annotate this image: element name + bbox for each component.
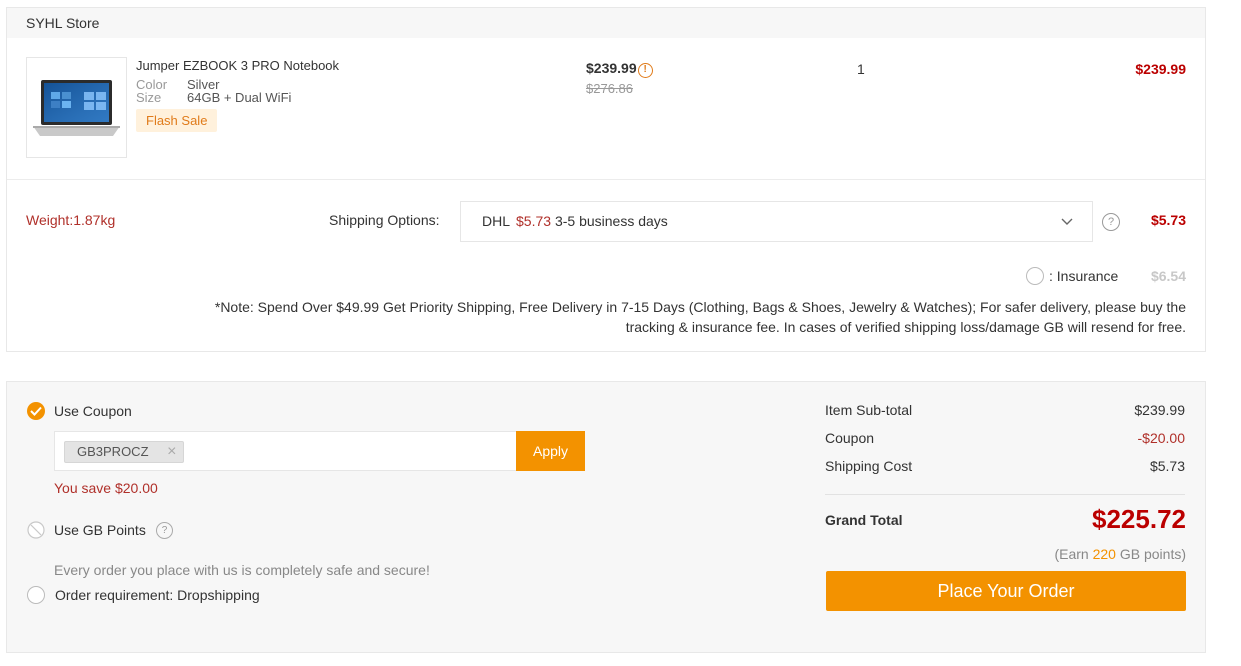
use-coupon-checkbox[interactable] <box>27 402 45 420</box>
use-coupon-label: Use Coupon <box>54 403 132 419</box>
shipping-cost: $5.73 <box>1150 212 1186 228</box>
ban-icon[interactable] <box>27 521 45 539</box>
insurance-radio[interactable] <box>1026 267 1044 285</box>
attr-size: Size 64GB + Dual WiFi <box>136 90 291 105</box>
dropshipping-label: Order requirement: Dropshipping <box>55 587 260 603</box>
shipping-options-label: Shipping Options: <box>329 212 440 228</box>
summary-label: Item Sub-total <box>825 402 913 418</box>
attr-value: 64GB + Dual WiFi <box>187 90 292 105</box>
summary-label: Coupon <box>825 430 875 446</box>
summary-value: $5.73 <box>1149 458 1185 474</box>
price-info-icon[interactable]: ! <box>637 63 653 78</box>
attr-key: Size <box>136 90 162 105</box>
store-name[interactable]: SYHL Store <box>7 8 1205 38</box>
summary-row-coupon: Coupon -$20.00 <box>825 430 1185 448</box>
quantity: 1 <box>857 61 865 77</box>
secure-message: Every order you place with us is complet… <box>54 562 430 578</box>
insurance-price: $6.54 <box>1150 268 1186 284</box>
summary-label: Shipping Cost <box>825 458 913 474</box>
checkout-summary-card: Use Coupon GB3PROCZ × Apply You save $20… <box>6 381 1206 653</box>
use-points-label: Use GB Points <box>54 522 146 538</box>
coupon-code: GB3PROCZ <box>77 444 149 459</box>
carrier-days: 3-5 business days <box>554 213 668 229</box>
product-title[interactable]: Jumper EZBOOK 3 PRO Notebook <box>136 58 339 73</box>
flash-sale-badge: Flash Sale <box>136 109 218 132</box>
product-thumbnail[interactable] <box>26 57 127 158</box>
grand-total-label: Grand Total <box>825 512 903 528</box>
original-price: $276.86 <box>586 81 633 96</box>
package-weight: Weight:1.87kg <box>26 212 116 228</box>
divider <box>825 494 1185 495</box>
chevron-down-icon <box>1061 218 1073 225</box>
check-icon <box>30 406 42 416</box>
carrier-cost: $5.73 <box>516 213 552 229</box>
earn-suffix: GB points) <box>1119 546 1186 562</box>
unit-price: $239.99! <box>586 60 653 78</box>
store-order-card: SYHL Store Jumper EZBOOK 3 PRO Notebook … <box>6 7 1206 352</box>
shipping-note: *Note: Spend Over $49.99 Get Priority Sh… <box>214 299 1186 335</box>
shipping-options-select[interactable]: DHL $5.73 3-5 business days <box>460 201 1093 242</box>
coupon-savings: You save $20.00 <box>54 480 158 496</box>
summary-row-subtotal: Item Sub-total $239.99 <box>825 402 1185 420</box>
divider <box>7 179 1205 180</box>
coupon-input[interactable]: GB3PROCZ × <box>54 431 517 471</box>
dropshipping-radio[interactable] <box>27 586 45 604</box>
summary-value: $239.99 <box>1134 402 1185 418</box>
insurance-label: : Insurance <box>1049 268 1119 284</box>
earn-points-text: (Earn 220 GB points) <box>1054 546 1186 562</box>
shipping-help-icon[interactable]: ? <box>1102 213 1120 231</box>
apply-button[interactable]: Apply <box>516 431 585 471</box>
grand-total-value: $225.72 <box>1092 504 1186 534</box>
laptop-image <box>33 80 120 136</box>
place-order-button[interactable]: Place Your Order <box>826 571 1186 611</box>
unit-price-value: $239.99 <box>586 60 637 76</box>
line-total: $239.99 <box>1135 61 1186 77</box>
earn-points: 220 <box>1092 546 1116 562</box>
coupon-chip: GB3PROCZ × <box>64 441 184 463</box>
carrier-name: DHL <box>482 213 511 229</box>
summary-row-shipping: Shipping Cost $5.73 <box>825 458 1185 476</box>
points-help-icon[interactable]: ? <box>156 522 173 539</box>
close-icon[interactable]: × <box>167 442 176 462</box>
earn-prefix: (Earn <box>1054 546 1089 562</box>
summary-value: -$20.00 <box>1137 430 1185 446</box>
